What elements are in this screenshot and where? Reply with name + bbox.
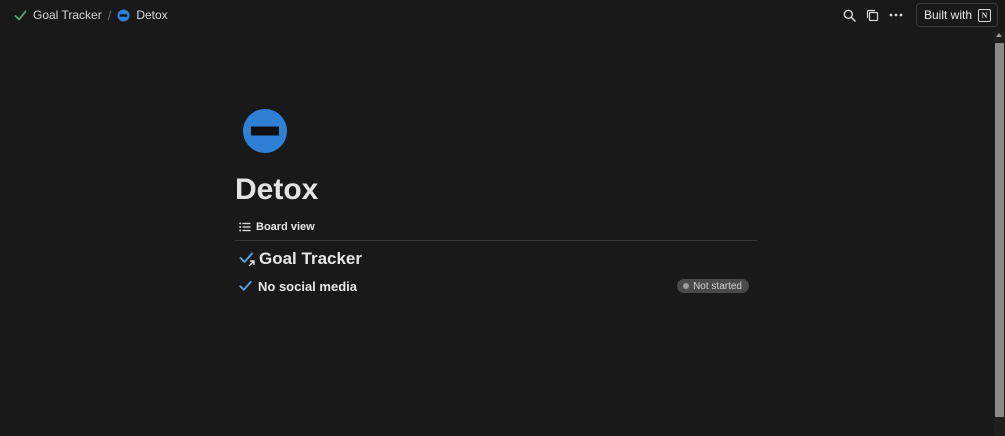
status-label: Not started xyxy=(693,280,742,292)
checkmark-icon xyxy=(239,280,252,291)
more-horizontal-icon xyxy=(889,13,903,17)
breadcrumb-separator: / xyxy=(107,7,112,23)
breadcrumb-item-detox[interactable]: Detox xyxy=(113,6,171,24)
view-tab-label: Board view xyxy=(256,221,315,233)
breadcrumb-label: Goal Tracker xyxy=(33,8,102,22)
no-entry-icon xyxy=(117,9,130,22)
vertical-scrollbar[interactable] xyxy=(994,32,1005,436)
topbar-actions: Built with N xyxy=(839,3,998,27)
divider xyxy=(235,240,757,241)
breadcrumb-item-goal-tracker[interactable]: Goal Tracker xyxy=(10,6,106,24)
scrollbar-thumb[interactable] xyxy=(995,43,1004,417)
page-title[interactable]: Detox xyxy=(235,170,318,210)
more-options-button[interactable] xyxy=(885,4,907,26)
checkmark-icon xyxy=(14,9,27,22)
status-badge: Not started xyxy=(677,279,749,293)
row-title: No social media xyxy=(239,279,357,294)
group-header-goal-tracker[interactable]: Goal Tracker xyxy=(239,248,362,270)
top-bar: Goal Tracker / Detox Built with N xyxy=(0,0,1005,30)
built-with-notion-button[interactable]: Built with N xyxy=(915,3,998,27)
group-title: Goal Tracker xyxy=(259,249,363,268)
tab-board-view[interactable]: Board view xyxy=(239,218,315,236)
search-icon xyxy=(844,9,857,22)
breadcrumb: Goal Tracker / Detox xyxy=(10,0,172,30)
duplicate-icon xyxy=(867,9,879,21)
linked-checkmark-icon xyxy=(239,252,256,267)
table-row[interactable]: No social media Not started xyxy=(235,276,757,296)
list-icon xyxy=(239,222,251,232)
row-title-label: No social media xyxy=(258,278,357,294)
search-button[interactable] xyxy=(839,4,861,26)
duplicate-button[interactable] xyxy=(862,4,884,26)
status-dot-icon xyxy=(683,283,690,289)
scroll-up-arrow-icon[interactable] xyxy=(996,33,1002,37)
no-entry-icon[interactable] xyxy=(243,109,287,153)
notion-logo-icon: N xyxy=(978,8,991,22)
built-with-label: Built with xyxy=(923,8,972,22)
breadcrumb-label: Detox xyxy=(136,8,168,22)
